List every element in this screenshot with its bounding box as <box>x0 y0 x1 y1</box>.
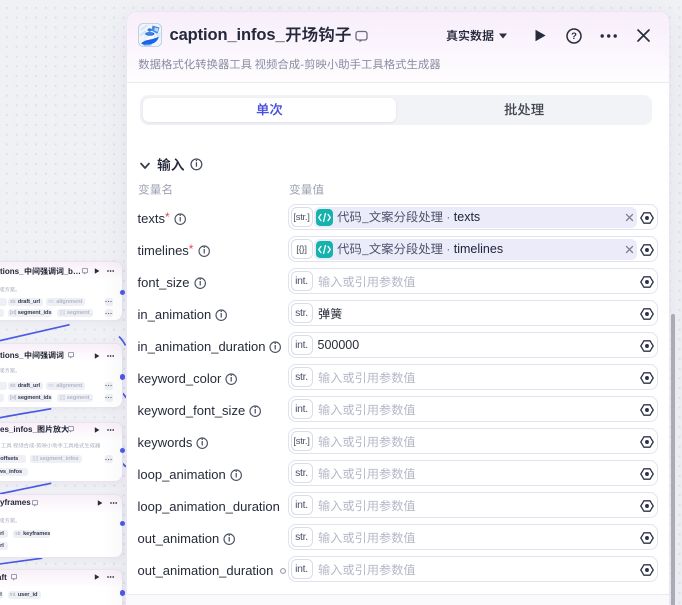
svg-text:?: ? <box>571 31 577 42</box>
